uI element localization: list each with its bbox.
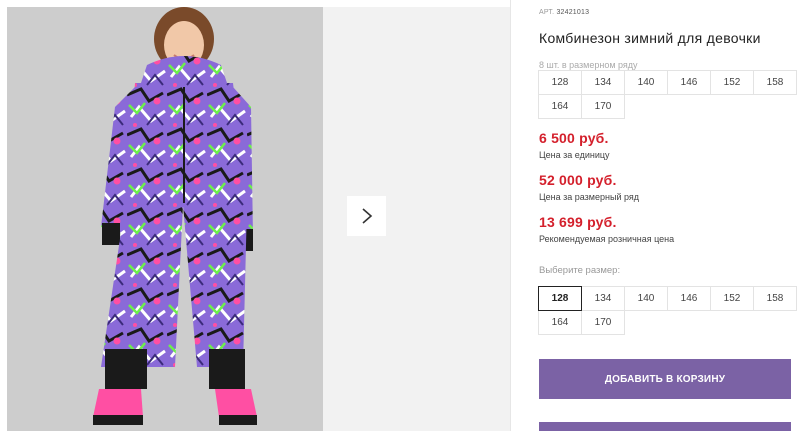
unit-price: 6 500 руб. [539,130,609,146]
product-photo[interactable] [7,7,323,431]
column-divider [510,0,511,431]
size-option-146[interactable]: 146 [667,286,711,311]
size-option-170[interactable]: 170 [581,310,625,335]
pack-price-label: Цена за размерный ряд [539,192,640,202]
sku-value: 32421013 [556,9,590,16]
size-option-140[interactable]: 140 [624,286,668,311]
size-picker-label: Выберите размер: [539,265,621,276]
pack-size-cell: 164 [538,94,582,119]
next-photo-button[interactable] [347,196,386,236]
pack-size-cell: 158 [753,70,797,95]
sku: АРТ. 32421013 [539,9,589,16]
retail-price: 13 699 руб. [539,214,617,230]
add-to-cart-button[interactable]: ДОБАВИТЬ В КОРЗИНУ [539,359,791,399]
size-option-164[interactable]: 164 [538,310,582,335]
unit-price-label: Цена за единицу [539,150,610,160]
secondary-action-button[interactable] [539,422,791,431]
pack-size-cell: 170 [581,94,625,119]
pack-size-cell: 134 [581,70,625,95]
retail-price-label: Рекомендуемая розничная цена [539,234,675,244]
pack-price: 52 000 руб. [539,172,617,188]
pack-size-cell: 128 [538,70,582,95]
size-option-158[interactable]: 158 [753,286,797,311]
product-photo-image [7,7,323,431]
pack-size-cell: 152 [710,70,754,95]
pack-size-cell: 146 [667,70,711,95]
product-gallery [0,0,510,431]
size-picker: 128 134 140 146 152 158 164 170 [538,286,797,335]
pack-size-cell: 140 [624,70,668,95]
size-option-152[interactable]: 152 [710,286,754,311]
size-option-134[interactable]: 134 [581,286,625,311]
chevron-right-icon [361,208,372,224]
sku-label: АРТ. [539,9,555,16]
size-option-128[interactable]: 128 [538,286,582,311]
pack-label: 8 шт. в размерном ряду [539,60,638,70]
pack-size-grid: 128 134 140 146 152 158 164 170 [538,70,797,119]
product-title: Комбинезон зимний для девочки [539,30,761,46]
